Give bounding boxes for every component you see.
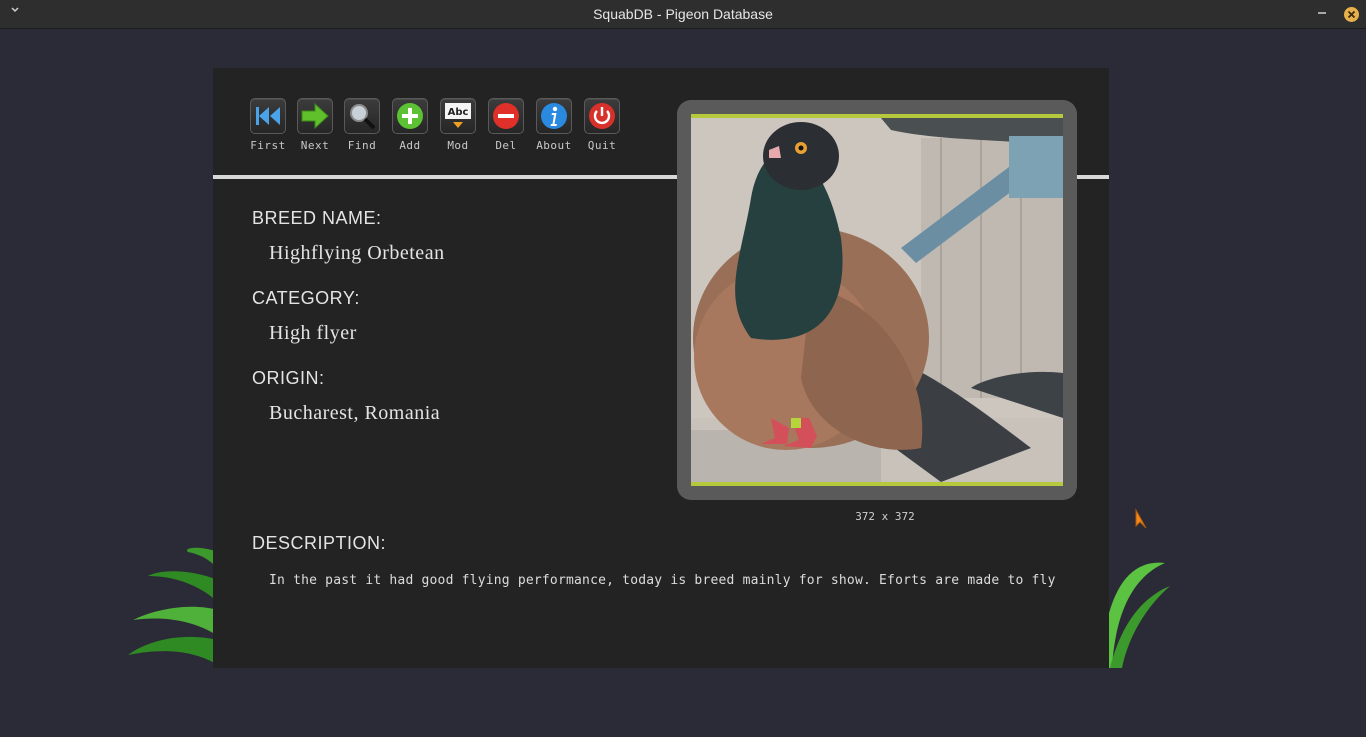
pigeon-photo bbox=[691, 114, 1063, 486]
title-bar: SquabDB - Pigeon Database bbox=[0, 0, 1366, 29]
origin-label: ORIGIN: bbox=[252, 368, 325, 388]
first-button[interactable]: First bbox=[249, 98, 287, 152]
delete-button-label: Del bbox=[495, 139, 517, 152]
category-value: High flyer bbox=[269, 322, 357, 344]
photo-frame bbox=[677, 100, 1077, 500]
edit-text-icon: Abc bbox=[445, 103, 471, 128]
delete-button[interactable]: Del bbox=[487, 98, 525, 152]
description-value: In the past it had good flying performan… bbox=[269, 573, 1056, 588]
record-panel: First Next Find Add Abc Mod Del About Qu… bbox=[213, 68, 1109, 668]
about-button-label: About bbox=[536, 139, 572, 152]
next-button[interactable]: Next bbox=[296, 98, 334, 152]
pigeon-illustration bbox=[691, 118, 1063, 482]
find-button[interactable]: Find bbox=[343, 98, 381, 152]
delete-button-frame bbox=[488, 98, 524, 134]
quit-button[interactable]: Quit bbox=[583, 98, 621, 152]
mod-button-label: Mod bbox=[447, 139, 469, 152]
origin-value: Bucharest, Romania bbox=[269, 402, 441, 424]
quit-button-label: Quit bbox=[587, 139, 617, 152]
image-dimensions: 372 x 372 bbox=[855, 510, 915, 523]
plus-icon bbox=[397, 103, 423, 129]
minus-icon bbox=[493, 103, 519, 129]
mod-icon-text: Abc bbox=[448, 107, 469, 118]
category-label: CATEGORY: bbox=[252, 288, 360, 308]
breed-name-label: BREED NAME: bbox=[252, 208, 382, 228]
arrow-right-icon bbox=[301, 102, 329, 130]
about-button-frame bbox=[536, 98, 572, 134]
add-button[interactable]: Add bbox=[391, 98, 429, 152]
info-icon bbox=[541, 103, 567, 129]
about-button[interactable]: About bbox=[535, 98, 573, 152]
add-button-label: Add bbox=[399, 139, 421, 152]
quit-button-frame bbox=[584, 98, 620, 134]
grass-decoration-left bbox=[128, 547, 218, 665]
breed-name-value: Highflying Orbetean bbox=[269, 242, 445, 264]
next-button-label: Next bbox=[300, 139, 330, 152]
description-label: DESCRIPTION: bbox=[252, 533, 387, 553]
add-button-frame bbox=[392, 98, 428, 134]
find-button-label: Find bbox=[347, 139, 377, 152]
find-button-frame bbox=[344, 98, 380, 134]
mod-button-frame: Abc bbox=[440, 98, 476, 134]
next-button-frame bbox=[297, 98, 333, 134]
power-icon bbox=[589, 103, 615, 129]
first-button-frame bbox=[250, 98, 286, 134]
mouse-cursor-icon bbox=[1135, 508, 1147, 529]
window-title: SquabDB - Pigeon Database bbox=[593, 6, 773, 22]
close-icon[interactable] bbox=[1344, 7, 1359, 22]
skip-first-icon bbox=[256, 107, 280, 125]
mod-button[interactable]: Abc Mod bbox=[439, 98, 477, 152]
first-button-label: First bbox=[250, 139, 286, 152]
minimize-icon[interactable] bbox=[1314, 4, 1330, 22]
magnifier-icon bbox=[350, 104, 376, 130]
